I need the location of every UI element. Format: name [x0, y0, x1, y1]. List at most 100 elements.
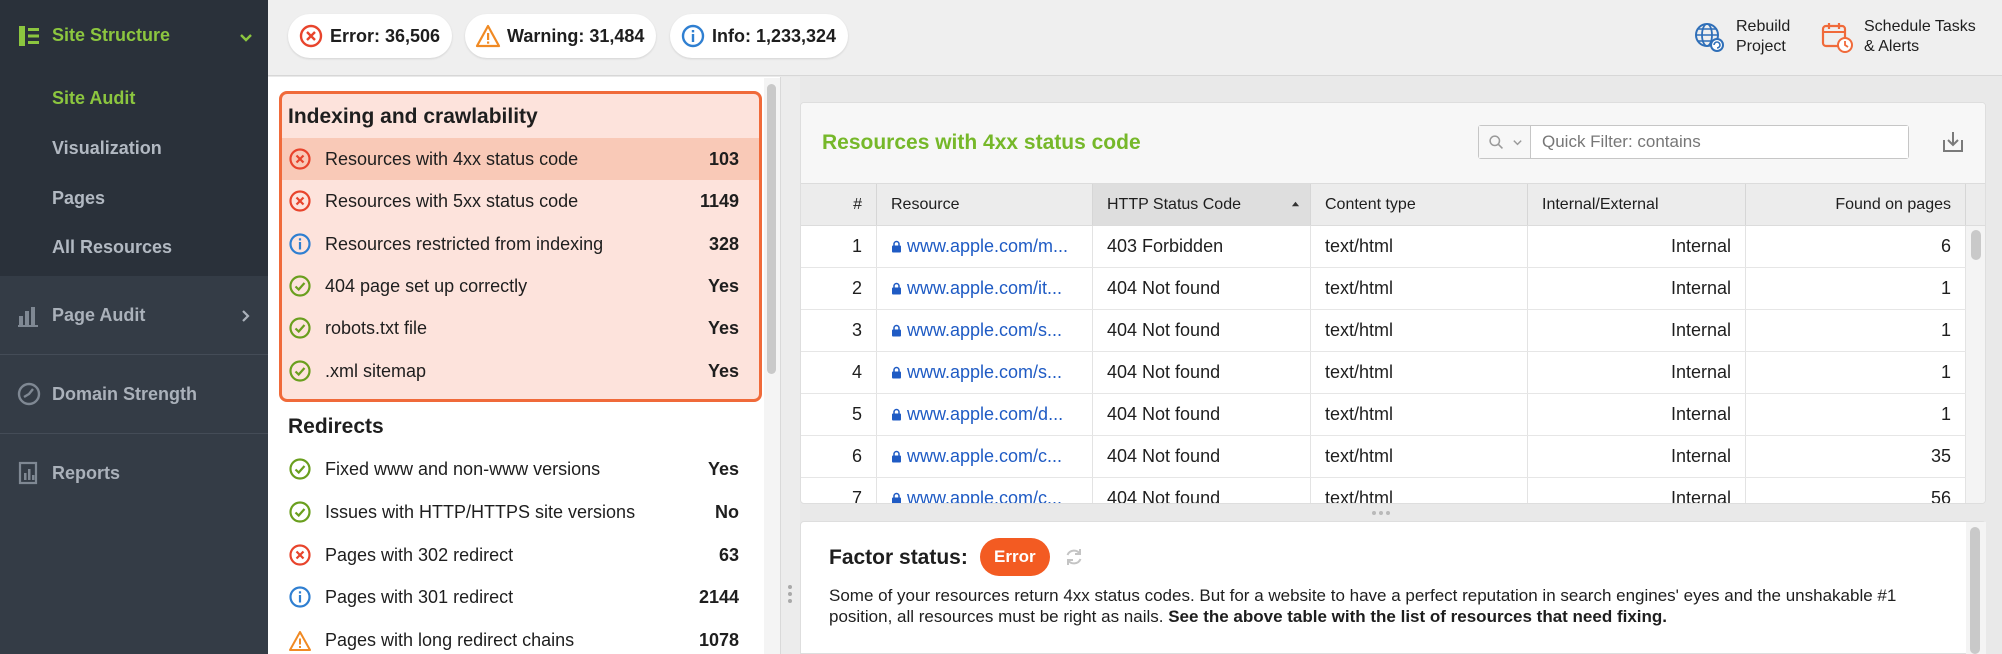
factor-row-5xx[interactable]: Resources with 5xx status code 1149: [282, 180, 759, 222]
column-header-http-status[interactable]: HTTP Status Code: [1093, 184, 1311, 225]
cell-http-status: 404 Not found: [1093, 478, 1311, 503]
cell-content-type: text/html: [1311, 478, 1528, 503]
schedule-line-1: Schedule Tasks: [1864, 18, 1976, 35]
cell-content-type: text/html: [1311, 310, 1528, 351]
refresh-icon[interactable]: [1063, 546, 1085, 568]
filter-mode-dropdown[interactable]: [1479, 126, 1531, 158]
cell-resource[interactable]: www.apple.com/s...: [877, 310, 1093, 351]
factor-row-https[interactable]: Issues with HTTP/HTTPS site versions No: [282, 491, 759, 533]
check-icon: [289, 501, 311, 523]
status-scrollbar-thumb[interactable]: [1970, 527, 1980, 654]
nav-site-structure[interactable]: Site Structure: [0, 0, 268, 72]
sidebar-item-all-resources[interactable]: All Resources: [52, 237, 172, 258]
table-row[interactable]: 4 www.apple.com/s... 404 Not found text/…: [801, 352, 1985, 394]
cell-http-status: 404 Not found: [1093, 394, 1311, 435]
factor-row-301[interactable]: Pages with 301 redirect 2144: [282, 576, 759, 618]
factor-status-description: Some of your resources return 4xx status…: [829, 585, 1949, 627]
check-icon: [289, 275, 311, 297]
check-icon: [289, 458, 311, 480]
table-header: # Resource HTTP Status Code Content type…: [801, 183, 1985, 226]
resource-url: www.apple.com/m...: [907, 236, 1069, 256]
column-header-found-on-pages[interactable]: Found on pages: [1746, 184, 1966, 225]
column-header-internal-external[interactable]: Internal/External: [1528, 184, 1746, 225]
top-bar: Error: 36,506 Warning: 31,484 Info: 1,23…: [268, 0, 2002, 76]
chevron-down-icon: [240, 34, 252, 42]
panel-splitter[interactable]: [781, 77, 800, 654]
error-count-pill[interactable]: Error: 36,506: [288, 14, 453, 58]
cell-found-on-pages: 1: [1746, 310, 1966, 351]
cell-resource[interactable]: www.apple.com/it...: [877, 268, 1093, 309]
export-icon[interactable]: [1939, 128, 1967, 156]
check-icon: [289, 360, 311, 382]
factor-row-302[interactable]: Pages with 302 redirect 63: [282, 534, 759, 576]
error-icon: [289, 148, 311, 170]
rebuild-line-1: Rebuild: [1736, 18, 1791, 35]
info-icon: [289, 586, 311, 608]
factors-scrollbar-thumb[interactable]: [767, 84, 776, 374]
cell-resource[interactable]: www.apple.com/c...: [877, 478, 1093, 504]
cell-index: 5: [801, 394, 877, 435]
table-row[interactable]: 6 www.apple.com/c... 404 Not found text/…: [801, 436, 1985, 478]
table-row[interactable]: 5 www.apple.com/d... 404 Not found text/…: [801, 394, 1985, 436]
sidebar-item-pages[interactable]: Pages: [52, 188, 105, 209]
factor-label: .xml sitemap: [325, 360, 427, 381]
status-badge: Error: [980, 538, 1050, 576]
quick-filter-input[interactable]: [1532, 126, 1908, 158]
table-row[interactable]: 7 www.apple.com/c... 404 Not found text/…: [801, 478, 1985, 504]
factor-row-sitemap[interactable]: .xml sitemap Yes: [282, 350, 759, 392]
column-header-index[interactable]: #: [801, 184, 877, 225]
sort-ascending-icon: [1291, 201, 1300, 207]
schedule-line-2: & Alerts: [1864, 38, 1920, 55]
factor-row-robots[interactable]: robots.txt file Yes: [282, 307, 759, 349]
table-row[interactable]: 2 www.apple.com/it... 404 Not found text…: [801, 268, 1985, 310]
cell-resource[interactable]: www.apple.com/m...: [877, 226, 1093, 267]
factor-row-4xx[interactable]: Resources with 4xx status code 103: [282, 138, 759, 180]
info-icon: [289, 233, 311, 255]
nav-domain-strength[interactable]: Domain Strength: [0, 355, 268, 433]
factor-row-redirect-chains[interactable]: Pages with long redirect chains 1078: [282, 619, 759, 654]
info-count-pill[interactable]: Info: 1,233,324: [670, 14, 849, 58]
cell-found-on-pages: 1: [1746, 394, 1966, 435]
factor-value: No: [715, 501, 739, 522]
lock-icon: [892, 282, 901, 295]
resource-url: www.apple.com/c...: [907, 488, 1063, 504]
warning-count-pill[interactable]: Warning: 31,484: [465, 14, 657, 58]
lock-icon: [892, 450, 901, 463]
cell-http-status: 404 Not found: [1093, 352, 1311, 393]
search-icon: [1489, 135, 1503, 149]
column-header-resource[interactable]: Resource: [877, 184, 1093, 225]
cell-resource[interactable]: www.apple.com/s...: [877, 352, 1093, 393]
table-scrollbar-thumb[interactable]: [1971, 230, 1981, 260]
page-audit-icon: [18, 307, 38, 327]
factor-row-www[interactable]: Fixed www and non-www versions Yes: [282, 448, 759, 490]
cell-resource[interactable]: www.apple.com/c...: [877, 436, 1093, 477]
factor-row-404-page[interactable]: 404 page set up correctly Yes: [282, 265, 759, 307]
resource-url: www.apple.com/s...: [907, 320, 1063, 340]
cell-internal-external: Internal: [1528, 394, 1746, 435]
table-scrollbar[interactable]: [1966, 226, 1985, 503]
cell-internal-external: Internal: [1528, 436, 1746, 477]
schedule-tasks-button[interactable]: Schedule Tasks & Alerts: [1820, 14, 1976, 60]
sidebar-item-site-audit[interactable]: Site Audit: [52, 88, 135, 109]
resources-table-card: Resources with 4xx status code # Resourc…: [800, 102, 1986, 504]
chevron-right-icon: [242, 310, 250, 322]
factor-label: Fixed www and non-www versions: [325, 458, 601, 479]
nav-reports-label: Reports: [52, 463, 121, 483]
nav-reports[interactable]: Reports: [0, 434, 268, 512]
error-count: Error: 36,506: [330, 25, 441, 46]
cell-content-type: text/html: [1311, 268, 1528, 309]
sidebar-item-visualization[interactable]: Visualization: [52, 138, 162, 159]
column-header-content-type[interactable]: Content type: [1311, 184, 1528, 225]
nav-page-audit[interactable]: Page Audit: [0, 276, 268, 354]
cell-index: 4: [801, 352, 877, 393]
nav-page-audit-label: Page Audit: [52, 305, 146, 325]
cell-resource[interactable]: www.apple.com/d...: [877, 394, 1093, 435]
factor-value: Yes: [707, 458, 739, 479]
vertical-resize-grip[interactable]: [1372, 510, 1392, 516]
cell-index: 3: [801, 310, 877, 351]
resource-url: www.apple.com/c...: [907, 446, 1063, 466]
table-row[interactable]: 1 www.apple.com/m... 403 Forbidden text/…: [801, 226, 1985, 268]
table-row[interactable]: 3 www.apple.com/s... 404 Not found text/…: [801, 310, 1985, 352]
factor-row-restricted[interactable]: Resources restricted from indexing 328: [282, 223, 759, 265]
rebuild-project-button[interactable]: Rebuild Project: [1692, 14, 1790, 60]
